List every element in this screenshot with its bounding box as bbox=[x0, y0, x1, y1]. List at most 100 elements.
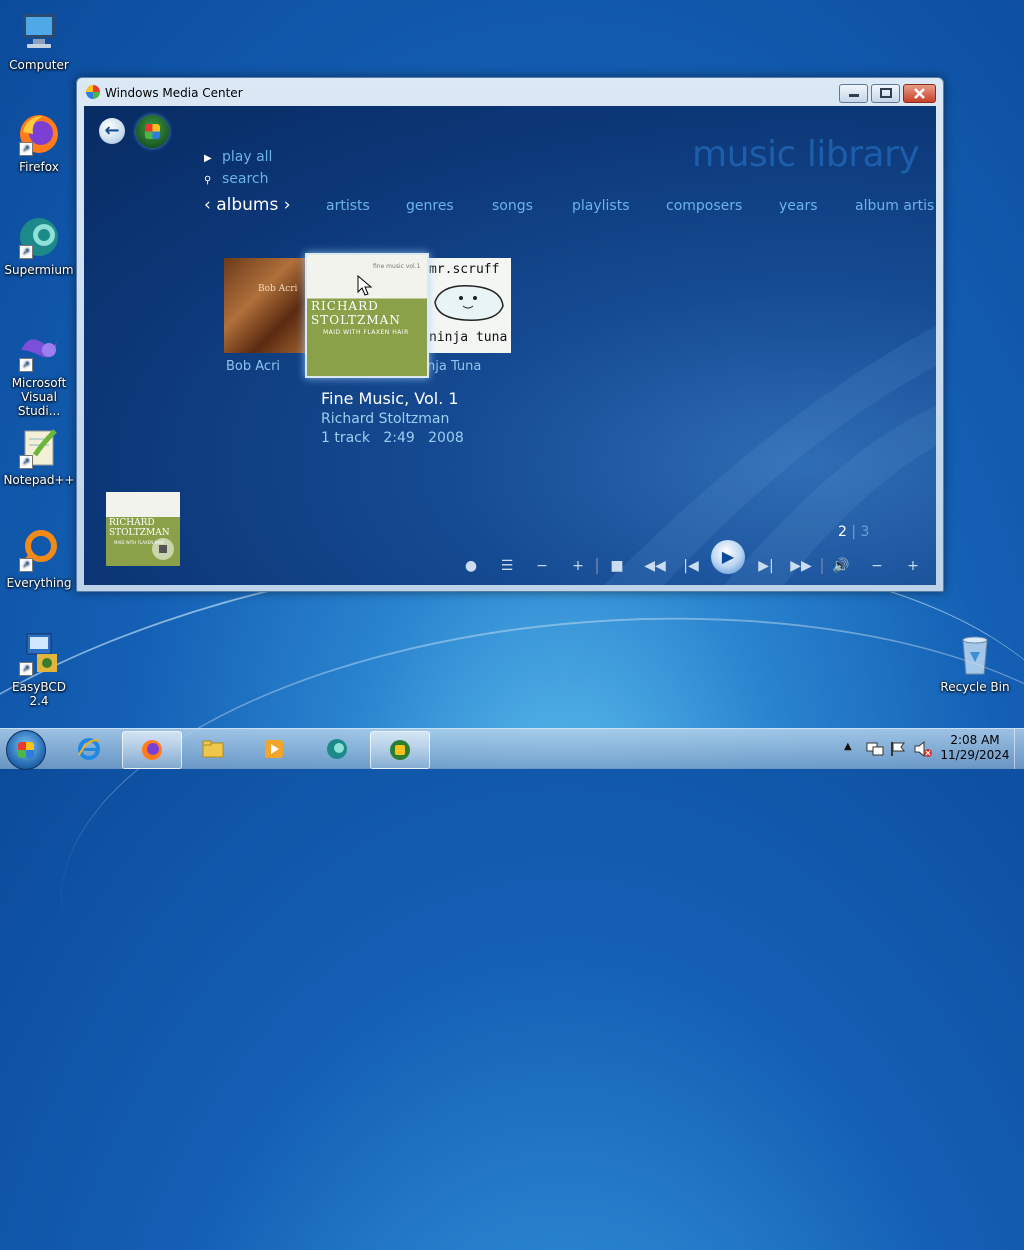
desktop-icon-label: Everything bbox=[6, 576, 72, 590]
taskbar: ▲ 2:08 AM 11/29/2024 bbox=[0, 728, 1024, 770]
taskbar-media-player[interactable] bbox=[245, 731, 303, 767]
menu-label: search bbox=[222, 171, 269, 187]
window-titlebar[interactable]: Windows Media Center bbox=[77, 78, 943, 106]
media-center-window[interactable]: Windows Media Center ← music library ▶ pl… bbox=[76, 77, 944, 592]
desktop-icon-vscode[interactable]: ↗ Microsoft Visual Studi... bbox=[1, 328, 77, 418]
media-center-start-button[interactable] bbox=[136, 115, 169, 148]
previous-button[interactable]: |◀ bbox=[679, 551, 703, 581]
library-tabs: ‹ albums › artists genres songs playlist… bbox=[204, 195, 934, 219]
desktop-icon-supermium[interactable]: ↗ Supermium bbox=[1, 215, 77, 277]
album-cover: fine music vol.1 RICHARD STOLTZMAN MAID … bbox=[305, 253, 429, 378]
desktop-icon-label: Supermium bbox=[4, 263, 74, 277]
desktop-icon-label: EasyBCD 2.4 bbox=[12, 680, 66, 708]
minimize-icon bbox=[849, 94, 859, 97]
minimize-button[interactable] bbox=[839, 84, 868, 103]
desktop-icon-label: Computer bbox=[9, 58, 69, 72]
album-cover: Bob Acri bbox=[224, 258, 306, 353]
desktop-icon-notepadpp[interactable]: ↗ Notepad++ bbox=[1, 425, 77, 487]
firefox-icon: ↗ bbox=[17, 112, 61, 156]
volume-down-button[interactable]: − bbox=[865, 551, 889, 581]
network-icon[interactable] bbox=[866, 741, 884, 757]
channel-up-button[interactable]: + bbox=[566, 551, 590, 581]
show-hidden-icons-button[interactable]: ▲ bbox=[844, 741, 852, 752]
taskbar-supermium[interactable] bbox=[308, 731, 366, 767]
action-center-flag-icon[interactable] bbox=[890, 741, 906, 757]
media-center-content: ← music library ▶ play all ⚲ search ‹ albu… bbox=[84, 106, 936, 585]
back-button[interactable]: ← bbox=[99, 118, 125, 144]
stop-button[interactable]: ■ bbox=[605, 551, 629, 581]
back-arrow-icon: ← bbox=[104, 120, 120, 141]
media-player-icon bbox=[265, 740, 283, 758]
media-center-logo-icon bbox=[86, 85, 100, 99]
taskbar-firefox[interactable] bbox=[122, 731, 182, 769]
menu-search[interactable]: ⚲ search bbox=[204, 171, 269, 187]
section-title: music library bbox=[692, 134, 920, 175]
selected-album-meta: 1 track 2:49 2008 bbox=[321, 430, 464, 446]
menu-play-all[interactable]: ▶ play all bbox=[204, 149, 272, 165]
play-arrow-icon: ▶ bbox=[204, 153, 212, 164]
everything-icon: ↗ bbox=[17, 528, 61, 572]
search-icon: ⚲ bbox=[204, 175, 212, 186]
page-total: 3 bbox=[860, 524, 870, 540]
tab-songs[interactable]: songs bbox=[492, 198, 533, 214]
close-button[interactable] bbox=[903, 84, 936, 103]
play-button[interactable]: ▶ bbox=[711, 540, 745, 574]
tab-composers[interactable]: composers bbox=[666, 198, 742, 214]
page-indicator: 2 | 3 bbox=[838, 524, 869, 540]
fast-forward-button[interactable]: ▶▶ bbox=[789, 551, 813, 581]
shortcut-arrow-icon: ↗ bbox=[19, 558, 33, 572]
cover-text: Bob Acri bbox=[258, 284, 298, 294]
start-button[interactable] bbox=[6, 730, 46, 770]
channel-down-button[interactable]: − bbox=[530, 551, 554, 581]
taskbar-clock[interactable]: 2:08 AM 11/29/2024 bbox=[935, 733, 1015, 763]
wallpaper-swoosh bbox=[43, 582, 1024, 1160]
notepadpp-icon: ↗ bbox=[17, 425, 61, 469]
shortcut-arrow-icon: ↗ bbox=[19, 142, 33, 156]
album-label: nja Tuna bbox=[427, 359, 482, 374]
recycle-bin-icon bbox=[953, 632, 997, 676]
next-button[interactable]: ▶| bbox=[754, 551, 778, 581]
desktop-icon-label: Microsoft bbox=[11, 376, 67, 390]
easybcd-icon: ↗ bbox=[17, 632, 61, 676]
page-separator: | bbox=[851, 524, 857, 540]
control-separator bbox=[596, 558, 598, 574]
internet-explorer-icon bbox=[78, 738, 100, 760]
tab-artists[interactable]: artists bbox=[326, 198, 370, 214]
rewind-button[interactable]: ◀◀ bbox=[643, 551, 667, 581]
record-button[interactable]: ● bbox=[459, 551, 483, 581]
album-label: Bob Acri bbox=[226, 359, 281, 374]
windows-logo-icon bbox=[18, 742, 34, 758]
desktop-icon-easybcd[interactable]: ↗ EasyBCD 2.4 bbox=[1, 632, 77, 708]
tab-playlists[interactable]: playlists bbox=[572, 198, 630, 214]
tab-genres[interactable]: genres bbox=[406, 198, 454, 214]
tab-albums[interactable]: ‹ albums › bbox=[204, 195, 291, 215]
transport-controls: ● ☰ − + ■ ◀◀ |◀ ▶| ▶▶ 🔊 − + bbox=[84, 551, 936, 581]
tab-album-artists[interactable]: album artis bbox=[855, 198, 934, 214]
show-desktop-button[interactable] bbox=[1014, 729, 1024, 769]
menu-label: play all bbox=[222, 149, 273, 165]
desktop-icon-firefox[interactable]: ↗ Firefox bbox=[1, 112, 77, 174]
tab-years[interactable]: years bbox=[779, 198, 818, 214]
guide-button[interactable]: ☰ bbox=[495, 551, 519, 581]
cover-text: mr.scruff bbox=[429, 262, 500, 277]
album-cover: mr.scruff ninja tuna bbox=[427, 258, 511, 353]
computer-icon bbox=[17, 10, 61, 54]
now-playing-text: STOLTZMAN bbox=[109, 528, 170, 538]
volume-muted-icon[interactable] bbox=[913, 740, 933, 758]
taskbar-windows-media-center[interactable] bbox=[370, 731, 430, 769]
desktop-icon-everything[interactable]: ↗ Everything bbox=[1, 528, 77, 590]
vscode-icon: ↗ bbox=[17, 328, 61, 372]
volume-mute-button[interactable]: 🔊 bbox=[829, 551, 853, 581]
restore-button[interactable] bbox=[871, 84, 900, 103]
mouse-cursor-icon bbox=[357, 275, 373, 296]
clock-date: 11/29/2024 bbox=[940, 748, 1010, 762]
taskbar-internet-explorer[interactable] bbox=[60, 731, 118, 767]
volume-up-button[interactable]: + bbox=[901, 551, 925, 581]
close-icon bbox=[914, 88, 925, 99]
desktop-icon-recycle-bin[interactable]: Recycle Bin bbox=[937, 632, 1013, 694]
cover-text: MAID WITH FLAXEN HAIR bbox=[323, 329, 409, 336]
windows-logo-icon bbox=[145, 124, 160, 139]
desktop-icon-computer[interactable]: Computer bbox=[1, 10, 77, 72]
cover-text: fine music vol.1 bbox=[373, 263, 421, 270]
taskbar-file-explorer[interactable] bbox=[184, 731, 242, 767]
